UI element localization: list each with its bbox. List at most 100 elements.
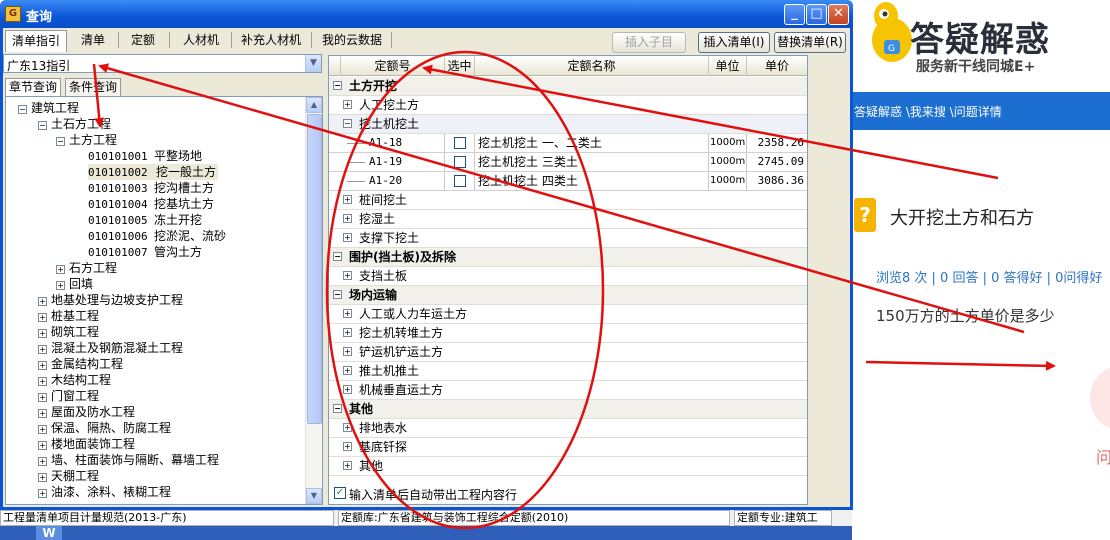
tree-node[interactable]: + 桩基工程 xyxy=(38,308,99,324)
expand-icon[interactable]: + xyxy=(56,265,65,274)
quota-subgroup-row[interactable]: + 桩间挖土 xyxy=(329,191,807,210)
word-app-icon[interactable]: W xyxy=(36,526,62,540)
expand-icon[interactable]: + xyxy=(38,297,47,306)
expand-icon[interactable]: + xyxy=(343,271,352,280)
tree-node[interactable]: + 地基处理与边坡支护工程 xyxy=(38,292,183,308)
tree-node[interactable]: + 墙、柱面装饰与隔断、幕墙工程 xyxy=(38,452,219,468)
collapse-icon[interactable]: − xyxy=(333,252,342,261)
header-unit-price[interactable]: 单价 xyxy=(747,56,807,76)
select-checkbox-cell[interactable] xyxy=(445,134,475,152)
expand-icon[interactable]: + xyxy=(343,100,352,109)
expand-icon[interactable]: + xyxy=(343,214,352,223)
tree-node[interactable]: + 混凝土及钢筋混凝土工程 xyxy=(38,340,183,356)
header-quota-code[interactable]: 定额号 xyxy=(341,56,445,76)
tree-scrollbar[interactable]: ▲ ▼ xyxy=(305,97,322,504)
quota-subgroup-row[interactable]: + 挖土机转堆土方 xyxy=(329,324,807,343)
quota-subgroup-row[interactable]: + 排地表水 xyxy=(329,419,807,438)
quota-subgroup-row[interactable]: + 支挡土板 xyxy=(329,267,807,286)
tree-node[interactable]: + 回填 xyxy=(56,276,93,292)
quota-subgroup-row[interactable]: + 支撑下挖土 xyxy=(329,229,807,248)
close-button[interactable]: ✕ xyxy=(828,4,849,25)
tab-list-guide[interactable]: 清单指引 xyxy=(5,30,67,52)
expand-icon[interactable]: + xyxy=(343,195,352,204)
scroll-down-icon[interactable]: ▼ xyxy=(306,488,322,504)
chevron-down-icon[interactable]: ▼ xyxy=(305,55,321,72)
tab-quota[interactable]: 定额 xyxy=(123,30,163,52)
expand-icon[interactable]: + xyxy=(38,457,47,466)
quota-group-row[interactable]: − 土方开挖 xyxy=(329,77,807,96)
expand-icon[interactable]: + xyxy=(38,425,47,434)
tree-node[interactable]: + 石方工程 xyxy=(56,260,117,276)
expand-icon[interactable]: + xyxy=(343,442,352,451)
tree-leaf-item[interactable]: 010101006 挖淤泥、流砂 xyxy=(88,228,226,244)
collapse-icon[interactable]: − xyxy=(333,81,342,90)
guide-library-select[interactable]: 广东13指引 ▼ xyxy=(3,54,322,73)
collapse-icon[interactable]: − xyxy=(343,119,352,128)
quota-item-row[interactable]: A1-19 挖土机挖土 三类土 1000m3 2745.09 xyxy=(329,153,807,172)
collapse-icon[interactable]: − xyxy=(333,404,342,413)
quota-subgroup-row[interactable]: + 人工或人力车运土方 xyxy=(329,305,807,324)
quota-subgroup-row[interactable]: − 挖土机挖土 xyxy=(329,115,807,134)
quota-subgroup-row[interactable]: + 铲运机铲运土方 xyxy=(329,343,807,362)
scroll-thumb[interactable] xyxy=(307,114,322,424)
tab-condition-query[interactable]: 条件查询 xyxy=(65,78,122,96)
tree-node[interactable]: + 保温、隔热、防腐工程 xyxy=(38,420,171,436)
expand-icon[interactable]: + xyxy=(38,329,47,338)
expand-icon[interactable]: + xyxy=(38,393,47,402)
tree-leaf-item[interactable]: 010101003 挖沟槽土方 xyxy=(88,180,214,196)
ask-button-label[interactable]: 问 xyxy=(1096,444,1110,468)
auto-content-checkbox[interactable]: ✓ xyxy=(334,487,346,499)
collapse-icon[interactable]: − xyxy=(333,290,342,299)
tree-node[interactable]: + 屋面及防水工程 xyxy=(38,404,135,420)
maximize-button[interactable]: □ xyxy=(806,4,827,25)
quota-item-row[interactable]: A1-20 挖土机挖土 四类土 1000m3 3086.36 xyxy=(329,172,807,191)
expand-icon[interactable]: + xyxy=(343,461,352,470)
tree-leaf-item[interactable]: 010101007 管沟土方 xyxy=(88,244,202,260)
quota-item-row[interactable]: A1-18 挖土机挖土 一、二类土 1000m3 2358.26 xyxy=(329,134,807,153)
quota-subgroup-row[interactable]: + 基底钎探 xyxy=(329,438,807,457)
expand-icon[interactable]: + xyxy=(343,423,352,432)
select-checkbox[interactable] xyxy=(453,156,466,168)
expand-icon[interactable]: + xyxy=(38,361,47,370)
select-checkbox[interactable] xyxy=(453,175,466,187)
expand-icon[interactable]: + xyxy=(56,281,65,290)
collapse-icon[interactable]: − xyxy=(56,137,65,146)
select-checkbox[interactable] xyxy=(453,137,466,149)
expand-icon[interactable]: + xyxy=(343,309,352,318)
tree-leaf-item[interactable]: 010101004 挖基坑土方 xyxy=(88,196,214,212)
insert-list-button[interactable]: 插入清单(I) xyxy=(698,32,770,53)
expand-icon[interactable]: + xyxy=(38,473,47,482)
expand-icon[interactable]: + xyxy=(343,328,352,337)
quota-group-row[interactable]: − 其他 xyxy=(329,400,807,419)
select-checkbox-cell[interactable] xyxy=(445,172,475,190)
quota-subgroup-row[interactable]: + 机械垂直运土方 xyxy=(329,381,807,400)
tree-node[interactable]: + 金属结构工程 xyxy=(38,356,123,372)
minimize-button[interactable]: _ xyxy=(784,4,805,25)
tree-node[interactable]: + 木结构工程 xyxy=(38,372,111,388)
breadcrumb[interactable]: 答疑解惑 \我来搜 \问题详情 xyxy=(854,103,1002,120)
tree-node[interactable]: − 土方工程 xyxy=(56,132,117,148)
select-checkbox-cell[interactable] xyxy=(445,153,475,171)
tree-node[interactable]: + 门窗工程 xyxy=(38,388,99,404)
header-unit[interactable]: 单位 xyxy=(709,56,747,76)
tab-chapter-query[interactable]: 章节查询 xyxy=(5,78,62,96)
quota-group-row[interactable]: − 场内运输 xyxy=(329,286,807,305)
scroll-up-icon[interactable]: ▲ xyxy=(306,97,322,113)
tree-node[interactable]: + 天棚工程 xyxy=(38,468,99,484)
expand-icon[interactable]: + xyxy=(38,441,47,450)
quota-subgroup-row[interactable]: + 人工挖土方 xyxy=(329,96,807,115)
header-quota-name[interactable]: 定额名称 xyxy=(475,56,709,76)
tree-node[interactable]: + 砌筑工程 xyxy=(38,324,99,340)
tree-leaf-item[interactable]: 010101002 挖一般土方 xyxy=(88,164,219,180)
expand-icon[interactable]: + xyxy=(38,409,47,418)
expand-icon[interactable]: + xyxy=(343,366,352,375)
ask-button-circle[interactable] xyxy=(1090,366,1110,430)
quota-group-row[interactable]: − 围护(挡土板)及拆除 xyxy=(329,248,807,267)
quota-subgroup-row[interactable]: + 挖湿土 xyxy=(329,210,807,229)
tree-leaf-item[interactable]: 010101001 平整场地 xyxy=(88,148,202,164)
header-selected[interactable]: 选中 xyxy=(445,56,475,76)
quota-subgroup-row[interactable]: + 推土机推土 xyxy=(329,362,807,381)
replace-list-button[interactable]: 替换清单(R) xyxy=(774,32,846,53)
expand-icon[interactable]: + xyxy=(38,345,47,354)
tree-node[interactable]: + 油漆、涂料、裱糊工程 xyxy=(38,484,171,500)
